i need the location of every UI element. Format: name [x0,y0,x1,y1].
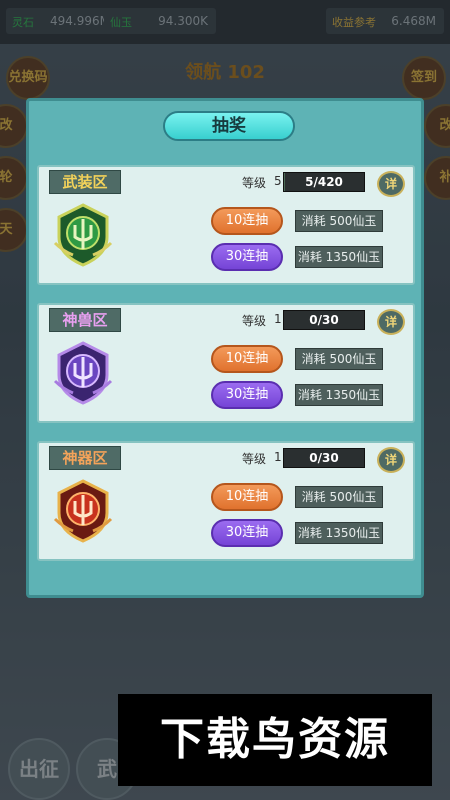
level-label: 等级 [242,314,267,328]
draw-10-button[interactable]: 10连抽 [211,483,283,511]
draw-10-cost: 消耗 500仙玉 [295,210,383,232]
level-progress-text: 5/420 [305,175,343,189]
green-trident-emblem-icon [53,203,113,267]
draw-10-button[interactable]: 10连抽 [211,207,283,235]
zone-name: 武装区 [49,170,121,194]
watermark-banner: 下载鸟资源 [118,694,432,786]
level-progress-bar: 5/420 [283,172,365,192]
level-label: 等级 [242,176,267,190]
zone-name: 神器区 [49,446,121,470]
purple-trident-emblem-icon [53,341,113,405]
zone-name: 神兽区 [49,308,121,332]
draw-30-cost: 消耗 1350仙玉 [295,246,383,268]
zone-card-armament: 武装区 等级 5 5/420 详 10连抽 30连抽 消耗 500仙玉 消耗 1… [37,165,415,285]
draw-10-button[interactable]: 10连抽 [211,345,283,373]
draw-30-button[interactable]: 30连抽 [211,381,283,409]
lottery-dialog: 抽奖 武装区 等级 5 5/420 详 10连抽 30连抽 消耗 500仙玉 消… [26,98,424,598]
red-trident-emblem-icon [53,479,113,543]
draw-30-button[interactable]: 30连抽 [211,243,283,271]
draw-30-button[interactable]: 30连抽 [211,519,283,547]
level-progress-text: 0/30 [309,313,339,327]
level-progress-text: 0/30 [309,451,339,465]
draw-10-cost: 消耗 500仙玉 [295,348,383,370]
level-progress-bar: 0/30 [283,310,365,330]
detail-button[interactable]: 详 [377,309,405,335]
detail-button[interactable]: 详 [377,447,405,473]
level-value: 5 [274,174,282,188]
zone-card-beast: 神兽区 等级 1 0/30 详 10连抽 30连抽 消耗 500仙玉 消耗 13… [37,303,415,423]
detail-button[interactable]: 详 [377,171,405,197]
dialog-title: 抽奖 [163,111,295,141]
level-progress-bar: 0/30 [283,448,365,468]
level-label: 等级 [242,452,267,466]
zone-card-artifact: 神器区 等级 1 0/30 详 10连抽 30连抽 消耗 500仙玉 消耗 13… [37,441,415,561]
draw-30-cost: 消耗 1350仙玉 [295,384,383,406]
level-value: 1 [274,312,282,326]
level-value: 1 [274,450,282,464]
draw-10-cost: 消耗 500仙玉 [295,486,383,508]
draw-30-cost: 消耗 1350仙玉 [295,522,383,544]
